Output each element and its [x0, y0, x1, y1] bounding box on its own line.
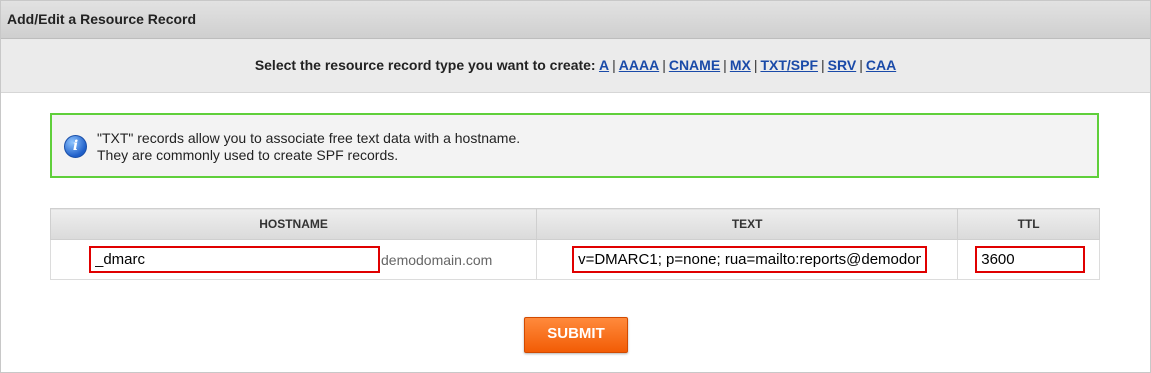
- panel-title: Add/Edit a Resource Record: [7, 11, 197, 27]
- separator: |: [753, 57, 758, 73]
- record-type-prompt: Select the resource record type you want…: [254, 57, 596, 73]
- record-type-bar: Select the resource record type you want…: [1, 39, 1150, 93]
- resource-record-panel: Add/Edit a Resource Record Select the re…: [0, 0, 1151, 373]
- record-type-link-mx[interactable]: MX: [730, 57, 751, 73]
- separator: |: [612, 57, 616, 73]
- record-type-link-cname[interactable]: CNAME: [669, 57, 720, 73]
- separator: |: [821, 57, 825, 73]
- record-type-link-srv[interactable]: SRV: [828, 57, 857, 73]
- separator: |: [723, 57, 727, 73]
- info-line-1: "TXT" records allow you to associate fre…: [97, 130, 521, 146]
- submit-button[interactable]: SUBMIT: [524, 317, 628, 353]
- hostname-cell: demodomain.com: [49, 239, 538, 280]
- text-column-header: TEXT: [536, 208, 959, 240]
- record-type-link-txt-spf[interactable]: TXT/SPF: [760, 57, 818, 73]
- hostname-column-header: HOSTNAME: [49, 208, 538, 240]
- ttl-input[interactable]: [975, 246, 1086, 273]
- separator: |: [859, 57, 863, 73]
- record-type-link-a[interactable]: A: [599, 57, 609, 73]
- info-line-2: They are commonly used to create SPF rec…: [97, 147, 399, 163]
- table-row: demodomain.com: [49, 239, 1100, 280]
- text-cell: [536, 239, 959, 280]
- domain-suffix: demodomain.com: [381, 252, 493, 268]
- ttl-cell: [957, 239, 1100, 280]
- table-header-row: HOSTNAME TEXT TTL: [49, 208, 1100, 240]
- panel-header: Add/Edit a Resource Record: [1, 1, 1150, 39]
- txt-value-input[interactable]: [572, 246, 928, 273]
- record-type-link-caa[interactable]: CAA: [866, 57, 896, 73]
- record-type-link-aaaa[interactable]: AAAA: [619, 57, 659, 73]
- ttl-column-header: TTL: [957, 208, 1100, 240]
- info-text: "TXT" records allow you to associate fre…: [97, 130, 520, 164]
- separator: |: [662, 57, 666, 73]
- info-icon: i: [64, 135, 87, 158]
- record-table: HOSTNAME TEXT TTL demodomain.com: [49, 208, 1100, 280]
- txt-info-box: i "TXT" records allow you to associate f…: [50, 113, 1099, 178]
- hostname-input[interactable]: [89, 246, 380, 273]
